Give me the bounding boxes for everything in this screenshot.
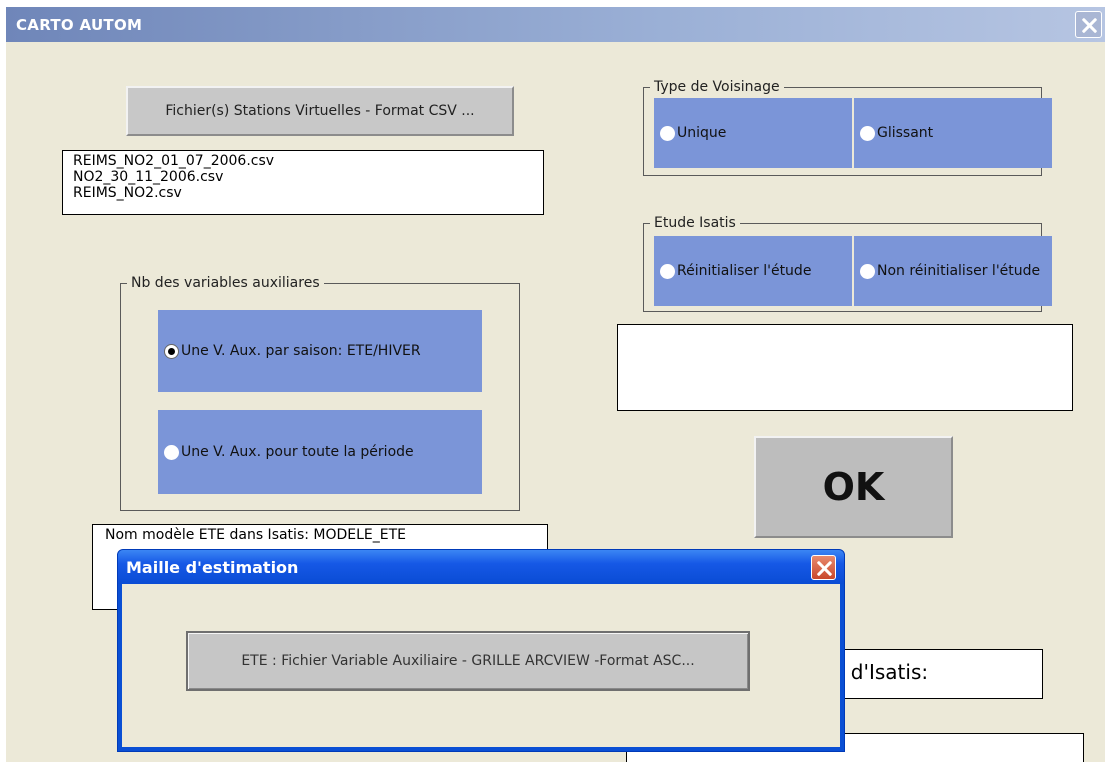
dialog-title: Maille d'estimation xyxy=(126,558,299,577)
title-bar[interactable]: CARTO AUTOM xyxy=(6,7,1105,42)
dialog-body: ETE : Fichier Variable Auxiliaire - GRIL… xyxy=(122,584,840,747)
option-label: Non réinitialiser l'étude xyxy=(877,263,1041,279)
list-item[interactable]: REIMS_NO2_01_07_2006.csv xyxy=(63,153,543,169)
window-title: CARTO AUTOM xyxy=(16,16,143,34)
option-label: Réinitialiser l'étude xyxy=(677,263,812,279)
dialog-title-bar[interactable]: Maille d'estimation xyxy=(118,550,844,584)
close-button[interactable] xyxy=(1075,11,1102,38)
close-icon xyxy=(816,560,832,576)
dialog-close-button[interactable] xyxy=(811,555,836,580)
radio-icon[interactable] xyxy=(860,263,875,279)
option-label: Unique xyxy=(677,125,727,141)
option-label: Une V. Aux. pour toute la période xyxy=(181,444,414,460)
radio-checked-icon[interactable] xyxy=(164,343,179,359)
list-item[interactable]: REIMS_NO2.csv xyxy=(63,185,543,201)
option-label: Glissant xyxy=(877,125,934,141)
aux-option-season[interactable]: Une V. Aux. par saison: ETE/HIVER xyxy=(158,310,482,392)
radio-icon[interactable] xyxy=(164,444,179,460)
files-listbox[interactable]: REIMS_NO2_01_07_2006.csv NO2_30_11_2006.… xyxy=(62,150,544,215)
radio-icon[interactable] xyxy=(660,125,675,141)
group-legend: Etude Isatis xyxy=(654,215,736,231)
group-legend: Nb des variables auxiliares xyxy=(131,275,320,291)
close-icon xyxy=(1081,17,1097,33)
radio-icon[interactable] xyxy=(860,125,875,141)
aux-option-whole-period[interactable]: Une V. Aux. pour toute la période xyxy=(158,410,482,494)
radio-icon[interactable] xyxy=(660,263,675,279)
model-ete-text: Nom modèle ETE dans Isatis: MODELE_ETE xyxy=(105,527,407,543)
dialog-maille-estimation: Maille d'estimation ETE : Fichier Variab… xyxy=(117,549,845,752)
etude-option-reinit[interactable]: Réinitialiser l'étude xyxy=(654,236,852,306)
ok-button[interactable]: OK xyxy=(754,436,953,538)
option-label: Une V. Aux. par saison: ETE/HIVER xyxy=(181,343,421,359)
etude-option-no-reinit[interactable]: Non réinitialiser l'étude xyxy=(854,236,1052,306)
select-csv-files-button[interactable]: Fichier(s) Stations Virtuelles - Format … xyxy=(126,86,514,136)
voisinage-option-glissant[interactable]: Glissant xyxy=(854,98,1052,168)
status-textbox[interactable] xyxy=(617,324,1073,411)
group-legend: Type de Voisinage xyxy=(654,79,780,95)
list-item[interactable]: NO2_30_11_2006.csv xyxy=(63,169,543,185)
select-asc-grid-button[interactable]: ETE : Fichier Variable Auxiliaire - GRIL… xyxy=(186,631,750,691)
voisinage-option-unique[interactable]: Unique xyxy=(654,98,852,168)
